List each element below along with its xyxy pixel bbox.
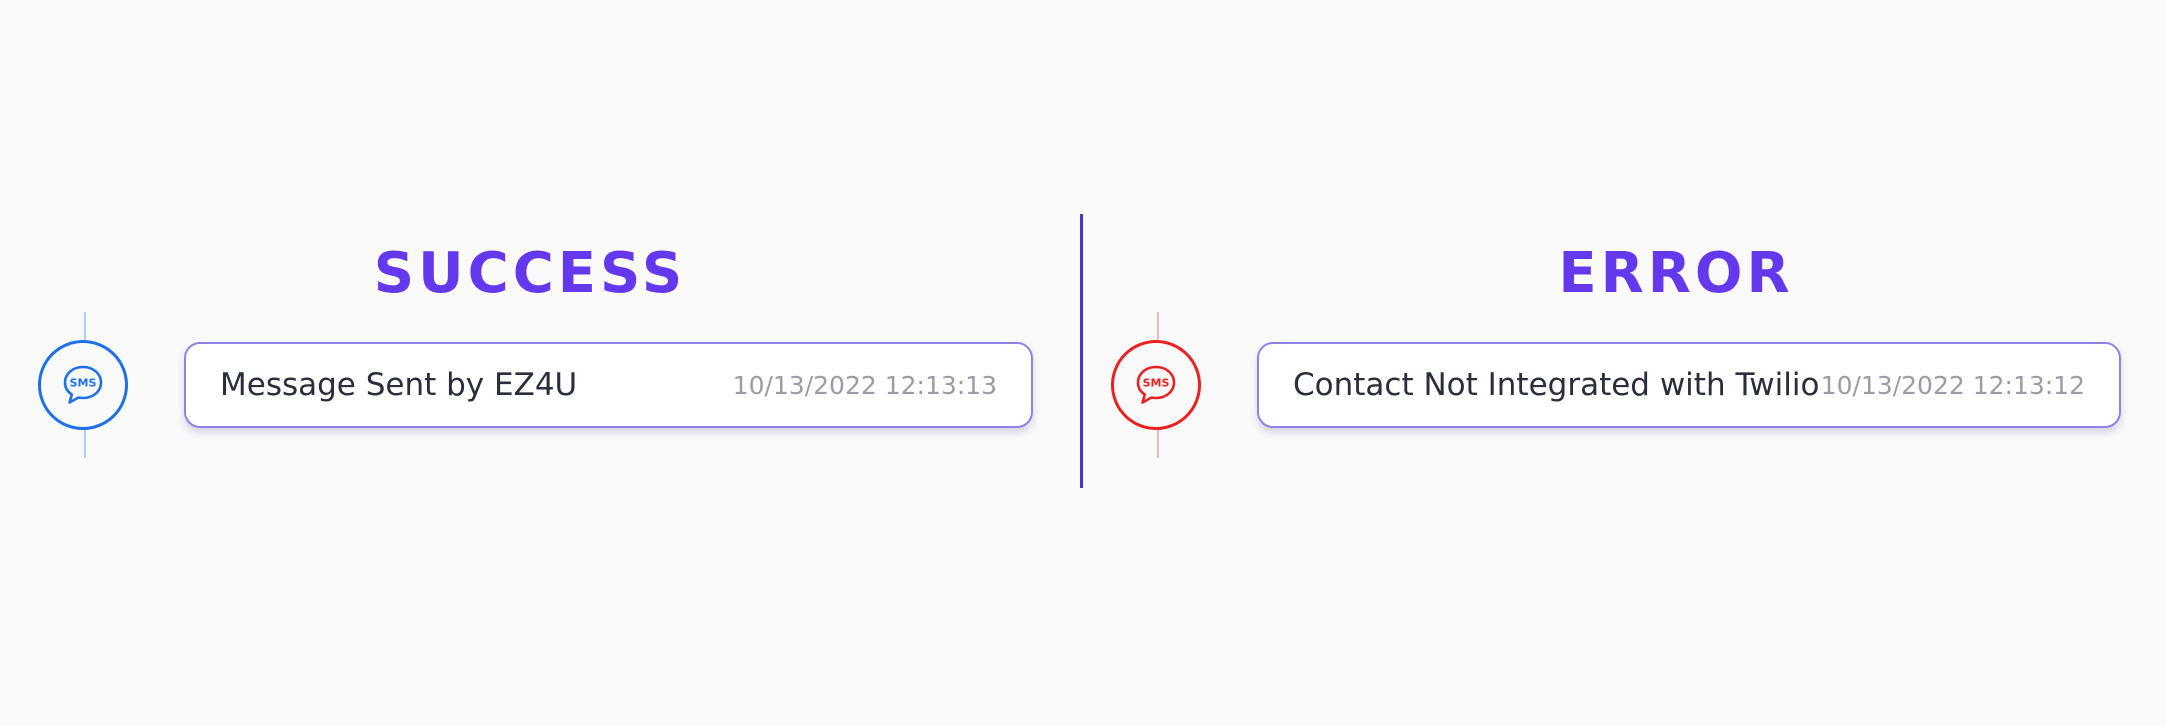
error-sms-icon-text: SMS	[1143, 377, 1170, 390]
error-message-card[interactable]: Contact Not Integrated with Twilio 10/13…	[1257, 342, 2121, 428]
success-sms-icon-circle: SMS	[38, 340, 128, 430]
success-timestamp: 10/13/2022 12:13:13	[732, 370, 997, 400]
success-sms-icon-text: SMS	[70, 377, 97, 390]
sms-icon: SMS	[1136, 365, 1176, 404]
error-message-text: Contact Not Integrated with Twilio	[1293, 367, 1820, 403]
sms-icon: SMS	[63, 365, 103, 404]
error-panel: ERROR SMS Contact Not Integrated with Tw…	[1073, 0, 2166, 726]
success-panel: SUCCESS SMS Message Sent by EZ4U 10/13/2…	[0, 0, 1080, 726]
success-title: SUCCESS	[373, 241, 687, 306]
error-title: ERROR	[1558, 241, 1794, 306]
success-message-card[interactable]: Message Sent by EZ4U 10/13/2022 12:13:13	[184, 342, 1033, 428]
success-message-text: Message Sent by EZ4U	[220, 367, 578, 403]
error-timestamp: 10/13/2022 12:13:12	[1820, 370, 2085, 400]
error-sms-icon-circle: SMS	[1111, 340, 1201, 430]
